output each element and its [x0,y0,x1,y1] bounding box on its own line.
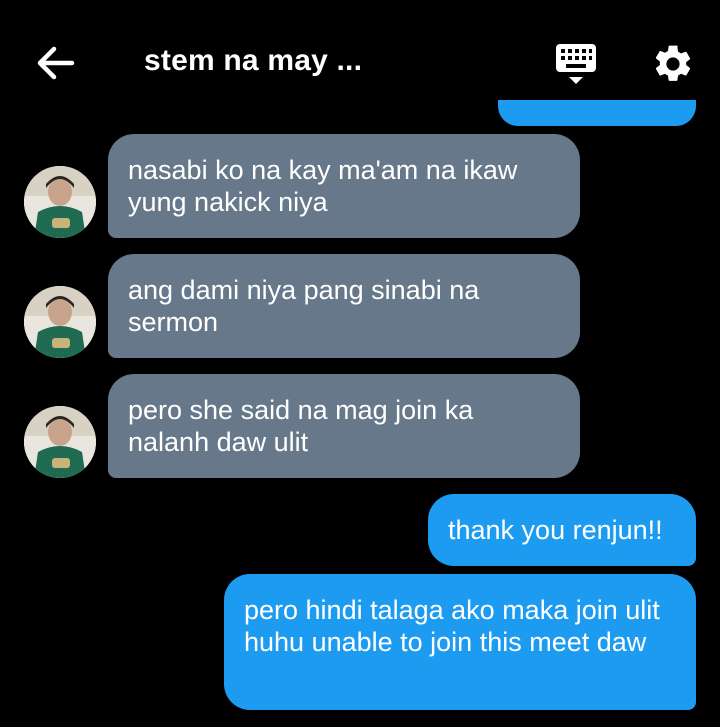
chat-title[interactable]: stem na may ... [144,44,362,78]
message-text: pero hindi talaga ako maka join ulit huh… [244,595,660,657]
avatar-image [24,166,96,238]
message-text: thank you renjun!! [448,515,663,545]
incoming-message-bubble[interactable]: ang dami niya pang sinabi na sermon [108,254,580,358]
outgoing-message-bubble[interactable]: thank you renjun!! [428,494,696,566]
avatar[interactable] [24,166,96,238]
message-row: ang dami niya pang sinabi na sermon [0,254,720,358]
message-text: nasabi ko na kay ma'am na ikaw yung naki… [128,155,518,217]
avatar-image [24,406,96,478]
outgoing-message-bubble[interactable]: pero hindi talaga ako maka join ulit huh… [224,574,696,710]
message-text: pero she said na mag join ka nalanh daw … [128,395,474,457]
avatar[interactable] [24,406,96,478]
avatar-image [24,286,96,358]
incoming-message-bubble[interactable]: pero she said na mag join ka nalanh daw … [108,374,580,478]
keyboard-icon [556,44,596,84]
back-button[interactable] [30,40,82,86]
incoming-message-bubble[interactable]: nasabi ko na kay ma'am na ikaw yung naki… [108,134,580,238]
message-row: nasabi ko na kay ma'am na ikaw yung naki… [0,134,720,238]
previous-outgoing-bubble-edge [498,100,696,126]
message-row: pero she said na mag join ka nalanh daw … [0,374,720,478]
arrow-left-icon [37,46,75,80]
avatar[interactable] [24,286,96,358]
gear-icon [655,45,691,81]
message-text: ang dami niya pang sinabi na sermon [128,275,480,337]
keyboard-button[interactable] [548,40,604,88]
settings-button[interactable] [646,38,700,90]
